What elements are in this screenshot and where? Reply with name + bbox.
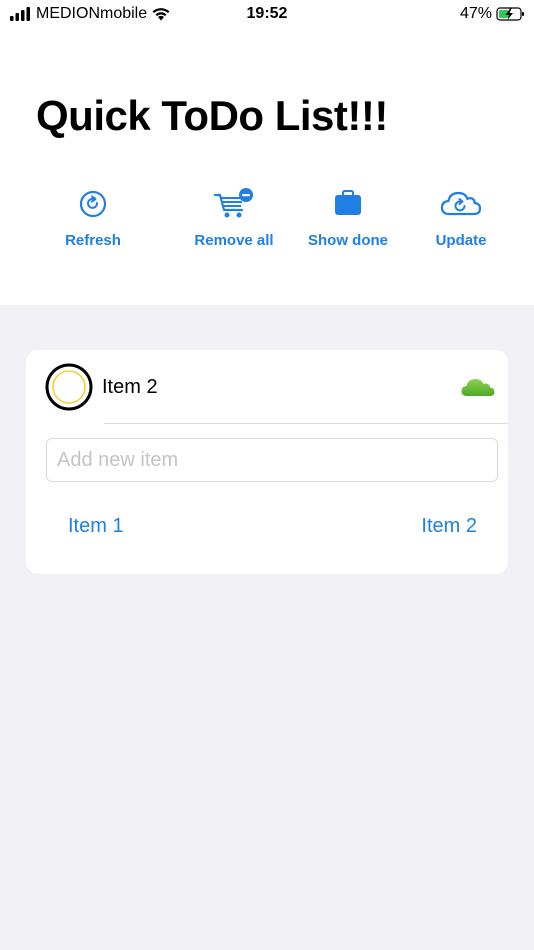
completion-circle-icon[interactable] — [45, 363, 93, 411]
show-done-button[interactable]: Show done — [293, 186, 403, 256]
row-divider — [104, 423, 508, 424]
page-title: Quick ToDo List!!! — [36, 92, 388, 139]
todo-card: Item 2 Item 1 Item 2 — [26, 350, 508, 574]
refresh-icon — [79, 190, 107, 218]
cloud-refresh-icon — [440, 191, 482, 216]
refresh-button[interactable]: Refresh — [38, 186, 148, 256]
clock-time: 19:52 — [246, 5, 288, 22]
show-done-label: Show done — [308, 232, 388, 249]
remove-all-button[interactable]: Remove all — [179, 186, 289, 256]
update-button[interactable]: Update — [406, 186, 516, 256]
status-bar: MEDIONmobile 19:52 47% — [0, 0, 534, 28]
refresh-label: Refresh — [65, 232, 121, 249]
cloud-icon — [461, 379, 495, 396]
briefcase-icon — [335, 190, 361, 215]
item-link-2[interactable]: Item 2 — [421, 515, 477, 538]
battery-charging-icon — [496, 7, 524, 21]
todo-item-row[interactable]: Item 2 — [26, 350, 508, 424]
item-link-1[interactable]: Item 1 — [68, 515, 124, 538]
update-label: Update — [435, 232, 487, 249]
add-item-input[interactable] — [46, 438, 498, 482]
todo-item-label: Item 2 — [102, 376, 158, 398]
header-area — [0, 0, 534, 305]
remove-all-label: Remove all — [194, 232, 274, 249]
battery-percentage: 47% — [459, 5, 492, 22]
cart-remove-icon — [213, 188, 253, 218]
